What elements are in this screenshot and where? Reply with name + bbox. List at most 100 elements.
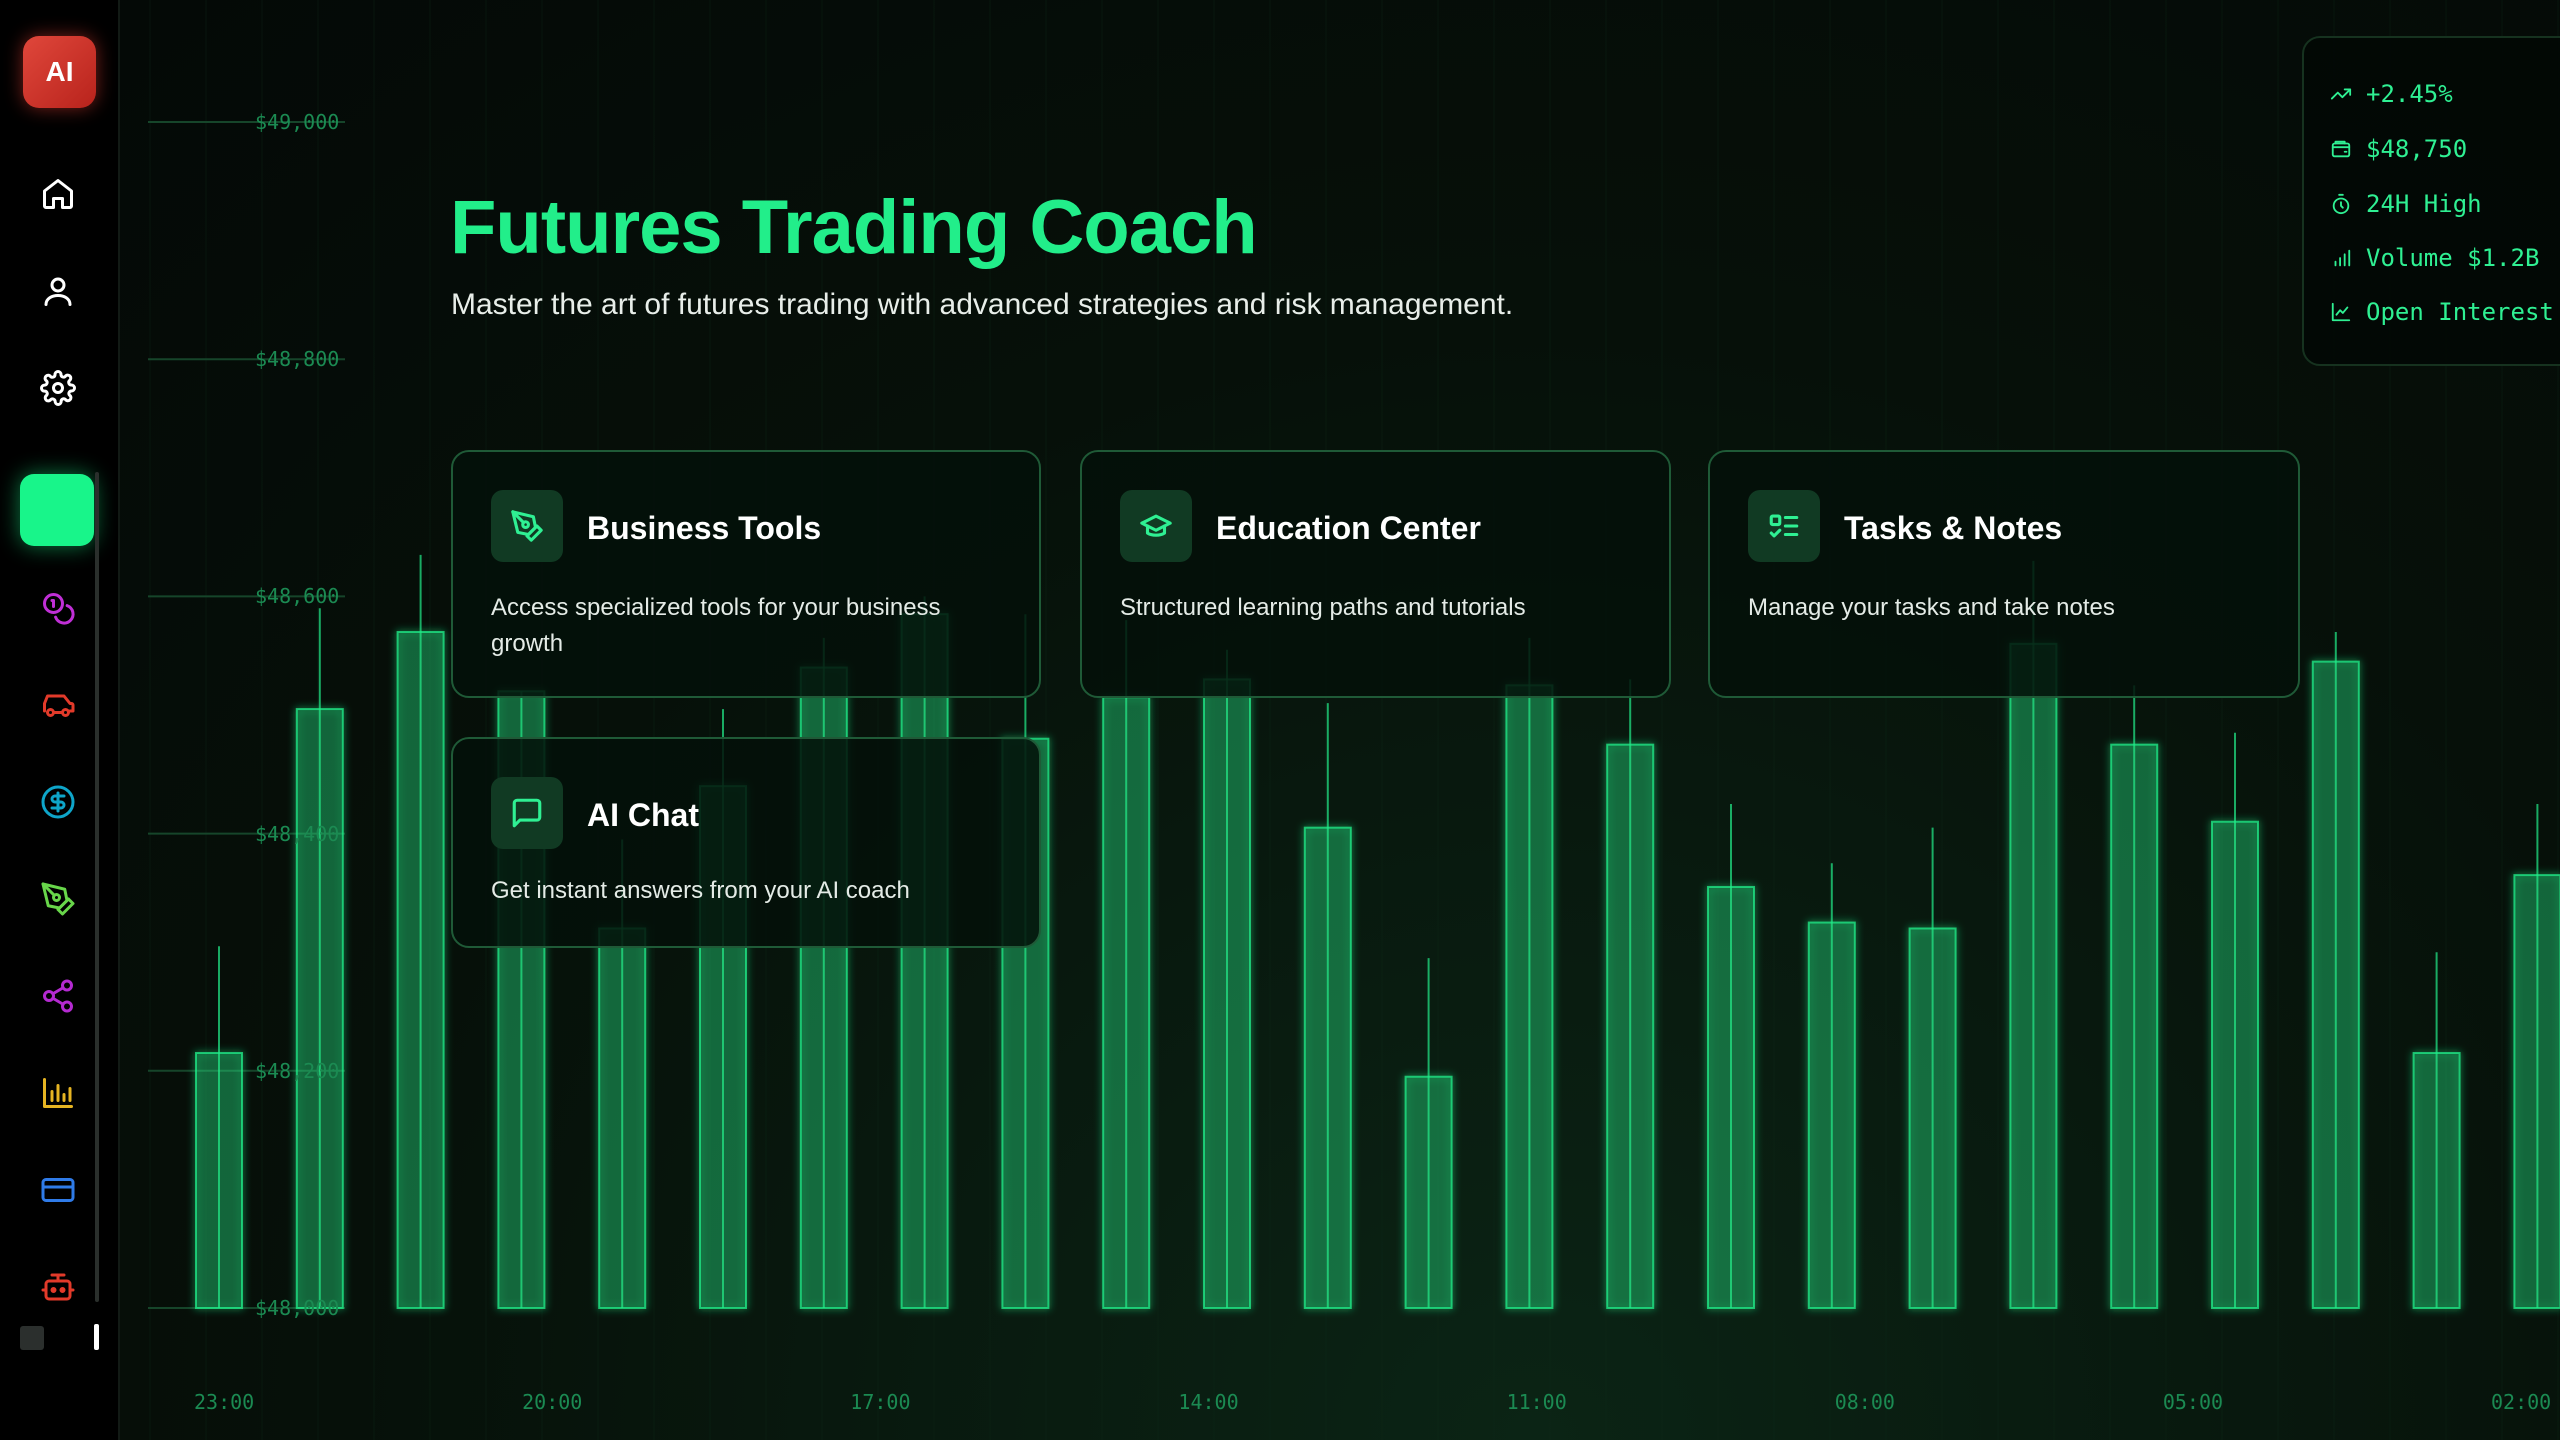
- candle: [1203, 649, 1251, 1309]
- candle-body: [2311, 660, 2360, 1309]
- card-ai-chat[interactable]: AI Chat Get instant answers from your AI…: [451, 737, 1041, 948]
- stat-text: $48,750: [2366, 135, 2468, 163]
- candle-body: [396, 630, 445, 1309]
- candle-body: [1303, 826, 1352, 1309]
- stat-open-interest: Open Interest: [2330, 298, 2554, 326]
- price-chart: [148, 0, 2560, 1440]
- candle-body: [1908, 927, 1957, 1309]
- candle: [2311, 631, 2360, 1309]
- candle: [1807, 863, 1856, 1309]
- sidebar-scrollbar[interactable]: [95, 472, 99, 1302]
- candle-body: [2412, 1052, 2461, 1310]
- sidebar-toggle[interactable]: [20, 1326, 44, 1350]
- stat-text: Open Interest: [2366, 298, 2554, 326]
- candle-body: [2110, 743, 2159, 1309]
- timer-icon: [2332, 193, 2350, 215]
- line-chart-icon: [2331, 302, 2351, 322]
- candle-body: [1102, 696, 1151, 1309]
- candle-body: [1807, 921, 1856, 1309]
- home-icon[interactable]: [38, 174, 78, 214]
- x-tick-label: 05:00: [2162, 1390, 2224, 1414]
- candle-body: [900, 613, 949, 1309]
- x-tick-label: 23:00: [194, 1390, 255, 1414]
- candle: [2211, 732, 2259, 1309]
- share-icon[interactable]: [38, 976, 78, 1016]
- card-tasks-notes[interactable]: Tasks & Notes Manage your tasks and take…: [1708, 450, 2300, 698]
- graduation-cap-icon: [1120, 490, 1192, 562]
- robot-icon[interactable]: [38, 1267, 78, 1307]
- card-description: Structured learning paths and tutorials: [1120, 594, 1526, 621]
- card-education-center[interactable]: Education Center Structured learning pat…: [1080, 450, 1671, 698]
- x-tick-label: 17:00: [850, 1390, 911, 1414]
- x-tick-label: 20:00: [522, 1390, 583, 1414]
- card-description: Get instant answers from your AI coach: [491, 877, 910, 904]
- candle-body: [1606, 743, 1655, 1309]
- stat-high: 24H High: [2330, 190, 2482, 218]
- signal-icon: [2334, 249, 2351, 267]
- candle: [1505, 637, 1554, 1309]
- dollar-circle-icon[interactable]: [38, 782, 78, 822]
- candle-body: [195, 1052, 243, 1310]
- candle: [1606, 679, 1655, 1309]
- candle-body: [2009, 642, 2058, 1309]
- stat-volume: Volume $1.2B: [2330, 244, 2539, 272]
- bar-chart-icon[interactable]: [38, 1073, 78, 1113]
- logo-text: AI: [45, 56, 74, 87]
- gear-icon[interactable]: [38, 368, 78, 408]
- card-business-tools[interactable]: Business Tools Access specialized tools …: [451, 450, 1041, 698]
- candle-body: [1707, 885, 1755, 1309]
- stat-text: 24H High: [2366, 190, 2482, 218]
- candle: [2513, 803, 2560, 1309]
- candle-body: [1203, 678, 1251, 1309]
- candle-body: [1404, 1075, 1453, 1309]
- sidebar-resize-handle[interactable]: [94, 1324, 99, 1350]
- pen-tool-icon: [491, 490, 563, 562]
- checklist-icon: [1748, 490, 1820, 562]
- candle: [900, 596, 949, 1309]
- candle-body: [2211, 820, 2259, 1309]
- candle-body: [598, 927, 647, 1309]
- chat-bubble-icon: [491, 777, 563, 849]
- x-tick-label: 11:00: [1506, 1390, 1567, 1414]
- sidebar-item-active[interactable]: [20, 474, 94, 546]
- card-description: Manage your tasks and take notes: [1748, 594, 2115, 621]
- y-tick-label: $48,400: [255, 821, 340, 846]
- page-subtitle: Master the art of futures trading with a…: [451, 288, 1514, 321]
- y-tick-label: $48,000: [255, 1296, 340, 1320]
- stat-text: +2.45%: [2366, 80, 2453, 108]
- wallet-icon: [2331, 140, 2351, 158]
- candle: [2412, 952, 2461, 1310]
- y-tick-label: $49,000: [255, 110, 340, 134]
- candle: [2110, 685, 2159, 1309]
- candle: [1102, 620, 1151, 1309]
- candle-body: [2513, 874, 2560, 1309]
- pen-tool-icon[interactable]: [38, 879, 78, 919]
- candle: [1908, 827, 1957, 1309]
- card-title: Business Tools: [587, 510, 822, 546]
- stat-price: $48,750: [2330, 135, 2467, 163]
- sidebar: AI: [0, 0, 120, 1440]
- coins-icon[interactable]: [38, 588, 78, 628]
- car-icon[interactable]: [38, 685, 78, 725]
- y-tick-label: $48,200: [255, 1058, 340, 1083]
- market-stats-panel: +2.45% $48,750 24H High Volume $1.2B Ope…: [2302, 36, 2560, 366]
- user-icon[interactable]: [38, 271, 78, 311]
- y-tick-label: $48,800: [255, 347, 340, 372]
- trending-up-icon: [2330, 88, 2352, 100]
- stat-change: +2.45%: [2330, 80, 2453, 108]
- card-title: AI Chat: [587, 797, 699, 833]
- x-tick-label: 08:00: [1834, 1390, 1895, 1414]
- candle: [1303, 703, 1352, 1309]
- app-root: $49,000 $48,800 $48,600 $48,400 $48,200 $48,0…: [0, 0, 2560, 1440]
- card-description: Access specialized tools for your busine…: [491, 594, 941, 657]
- page-title: Futures Trading Coach: [450, 185, 1258, 270]
- x-tick-label: 14:00: [1178, 1390, 1239, 1414]
- candle-body: [295, 708, 344, 1309]
- card-title: Tasks & Notes: [1844, 510, 2063, 546]
- y-tick-label: $48,600: [255, 584, 340, 609]
- credit-card-icon[interactable]: [38, 1170, 78, 1210]
- app-logo[interactable]: AI: [23, 36, 96, 108]
- x-tick-label: 02:00: [2491, 1390, 2552, 1414]
- candle: [295, 608, 344, 1309]
- candle: [396, 554, 445, 1309]
